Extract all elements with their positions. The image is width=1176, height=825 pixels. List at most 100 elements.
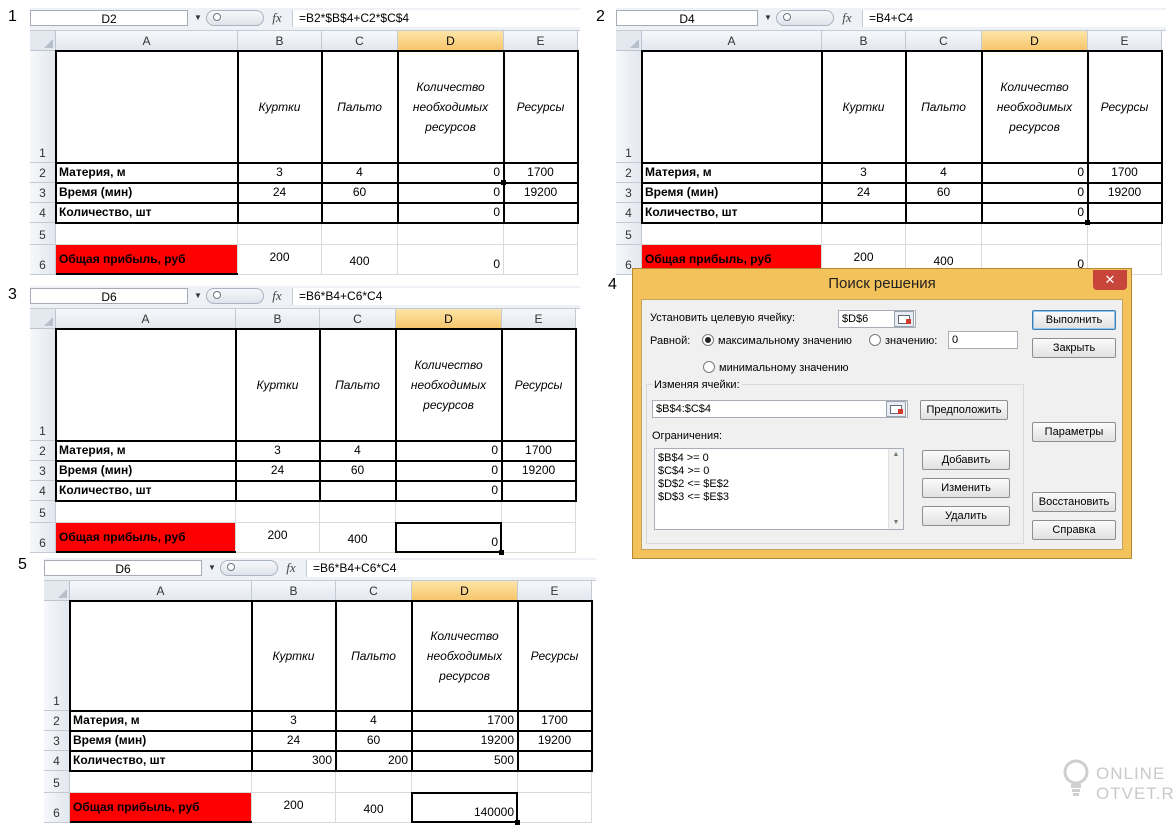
cell-a2[interactable]: Материя, м: [642, 163, 822, 183]
cell-a2[interactable]: Материя, м: [56, 441, 236, 461]
name-box[interactable]: D6: [30, 288, 188, 304]
column-header-e[interactable]: E: [502, 309, 576, 329]
cell-d6[interactable]: 0: [398, 245, 504, 275]
cell-a3[interactable]: Время (мин): [70, 731, 252, 751]
cell-a1[interactable]: [642, 51, 822, 163]
cell-c4[interactable]: [322, 203, 398, 223]
cell-c2[interactable]: 4: [336, 711, 412, 731]
cell-a5[interactable]: [70, 771, 252, 793]
cell-c1[interactable]: Пальто: [906, 51, 982, 163]
cell-e4[interactable]: [518, 751, 592, 771]
cell-e3[interactable]: 19200: [504, 183, 578, 203]
cell-a3[interactable]: Время (мин): [642, 183, 822, 203]
name-box-dropdown-icon[interactable]: ▼: [190, 288, 206, 304]
select-all-button[interactable]: [44, 581, 70, 601]
constraints-scrollbar[interactable]: ▲ ▼: [888, 449, 903, 529]
constraint-item[interactable]: $D$3 <= $E$3: [655, 491, 903, 504]
column-header-a[interactable]: A: [56, 309, 236, 329]
cell-b1[interactable]: Куртки: [238, 51, 322, 163]
cell-e4[interactable]: [504, 203, 578, 223]
row-header-5[interactable]: 5: [30, 223, 56, 245]
cell-e6[interactable]: [502, 523, 576, 553]
cell-c2[interactable]: 4: [322, 163, 398, 183]
options-button[interactable]: Параметры: [1032, 422, 1116, 442]
cell-e5[interactable]: [504, 223, 578, 245]
min-value-radio[interactable]: [703, 361, 715, 373]
cell-d5[interactable]: [412, 771, 518, 793]
formula-bar-controls[interactable]: [206, 10, 264, 26]
cell-a3[interactable]: Время (мин): [56, 461, 236, 481]
row-header-2[interactable]: 2: [44, 711, 70, 731]
guess-button[interactable]: Предположить: [920, 400, 1008, 420]
cell-e3[interactable]: 19200: [518, 731, 592, 751]
cell-d3[interactable]: 0: [396, 461, 502, 481]
cell-b2[interactable]: 3: [236, 441, 320, 461]
cell-a6[interactable]: Общая прибыль, руб: [56, 523, 236, 553]
cell-e3[interactable]: 19200: [502, 461, 576, 481]
cell-b1[interactable]: Куртки: [822, 51, 906, 163]
row-header-2[interactable]: 2: [30, 163, 56, 183]
cell-c3[interactable]: 60: [906, 183, 982, 203]
cell-b2[interactable]: 3: [822, 163, 906, 183]
column-header-c[interactable]: C: [336, 581, 412, 601]
cell-b3[interactable]: 24: [238, 183, 322, 203]
cell-a3[interactable]: Время (мин): [56, 183, 238, 203]
cell-d1[interactable]: Количество необходимых ресурсов: [396, 329, 502, 441]
close-icon[interactable]: ✕: [1093, 270, 1127, 290]
cell-d3[interactable]: 0: [398, 183, 504, 203]
cell-c1[interactable]: Пальто: [322, 51, 398, 163]
cell-a5[interactable]: [56, 223, 238, 245]
row-header-6[interactable]: 6: [30, 245, 56, 275]
row-header-2[interactable]: 2: [30, 441, 56, 461]
name-box-dropdown-icon[interactable]: ▼: [190, 10, 206, 26]
cell-d2[interactable]: 0: [398, 163, 504, 183]
cell-b6[interactable]: 200: [238, 245, 322, 275]
formula-input[interactable]: =B6*B4+C6*C4: [306, 560, 596, 577]
column-header-d[interactable]: D: [982, 31, 1088, 51]
row-header-4[interactable]: 4: [30, 203, 56, 223]
target-cell-ref-icon[interactable]: [894, 311, 914, 327]
cell-d1[interactable]: Количество необходимых ресурсов: [398, 51, 504, 163]
cell-d5[interactable]: [396, 501, 502, 523]
cell-d1[interactable]: Количество необходимых ресурсов: [412, 601, 518, 711]
row-header-4[interactable]: 4: [30, 481, 56, 501]
cancel-icon[interactable]: [227, 563, 235, 571]
cell-e3[interactable]: 19200: [1088, 183, 1162, 203]
formula-input[interactable]: =B4+C4: [862, 10, 1166, 27]
cell-e1[interactable]: Ресурсы: [502, 329, 576, 441]
cancel-icon[interactable]: [213, 13, 221, 21]
cell-c5[interactable]: [322, 223, 398, 245]
row-header-3[interactable]: 3: [30, 461, 56, 481]
select-all-button[interactable]: [616, 31, 642, 51]
column-header-d[interactable]: D: [396, 309, 502, 329]
cell-a1[interactable]: [56, 329, 236, 441]
column-header-a[interactable]: A: [56, 31, 238, 51]
scroll-up-icon[interactable]: ▲: [889, 449, 903, 461]
cell-d5[interactable]: [982, 223, 1088, 245]
cell-e4[interactable]: [1088, 203, 1162, 223]
add-constraint-button[interactable]: Добавить: [922, 450, 1010, 470]
column-header-c[interactable]: C: [906, 31, 982, 51]
name-box[interactable]: D6: [44, 560, 202, 576]
cancel-icon[interactable]: [783, 13, 791, 21]
cell-b3[interactable]: 24: [236, 461, 320, 481]
column-header-c[interactable]: C: [322, 31, 398, 51]
row-header-5[interactable]: 5: [44, 771, 70, 793]
row-header-1[interactable]: 1: [616, 51, 642, 163]
name-box[interactable]: D2: [30, 10, 188, 26]
value-input[interactable]: 0: [948, 331, 1018, 349]
column-header-c[interactable]: C: [320, 309, 396, 329]
cell-e1[interactable]: Ресурсы: [504, 51, 578, 163]
formula-input[interactable]: =B6*B4+C6*C4: [292, 288, 580, 305]
column-header-b[interactable]: B: [822, 31, 906, 51]
formula-bar-controls[interactable]: [220, 560, 278, 576]
cell-e5[interactable]: [1088, 223, 1162, 245]
cell-b4[interactable]: [238, 203, 322, 223]
cell-b3[interactable]: 24: [252, 731, 336, 751]
cell-a5[interactable]: [56, 501, 236, 523]
constraint-item[interactable]: $B$4 >= 0: [655, 452, 903, 465]
row-header-3[interactable]: 3: [44, 731, 70, 751]
cell-c5[interactable]: [906, 223, 982, 245]
cell-c5[interactable]: [336, 771, 412, 793]
cell-e1[interactable]: Ресурсы: [518, 601, 592, 711]
